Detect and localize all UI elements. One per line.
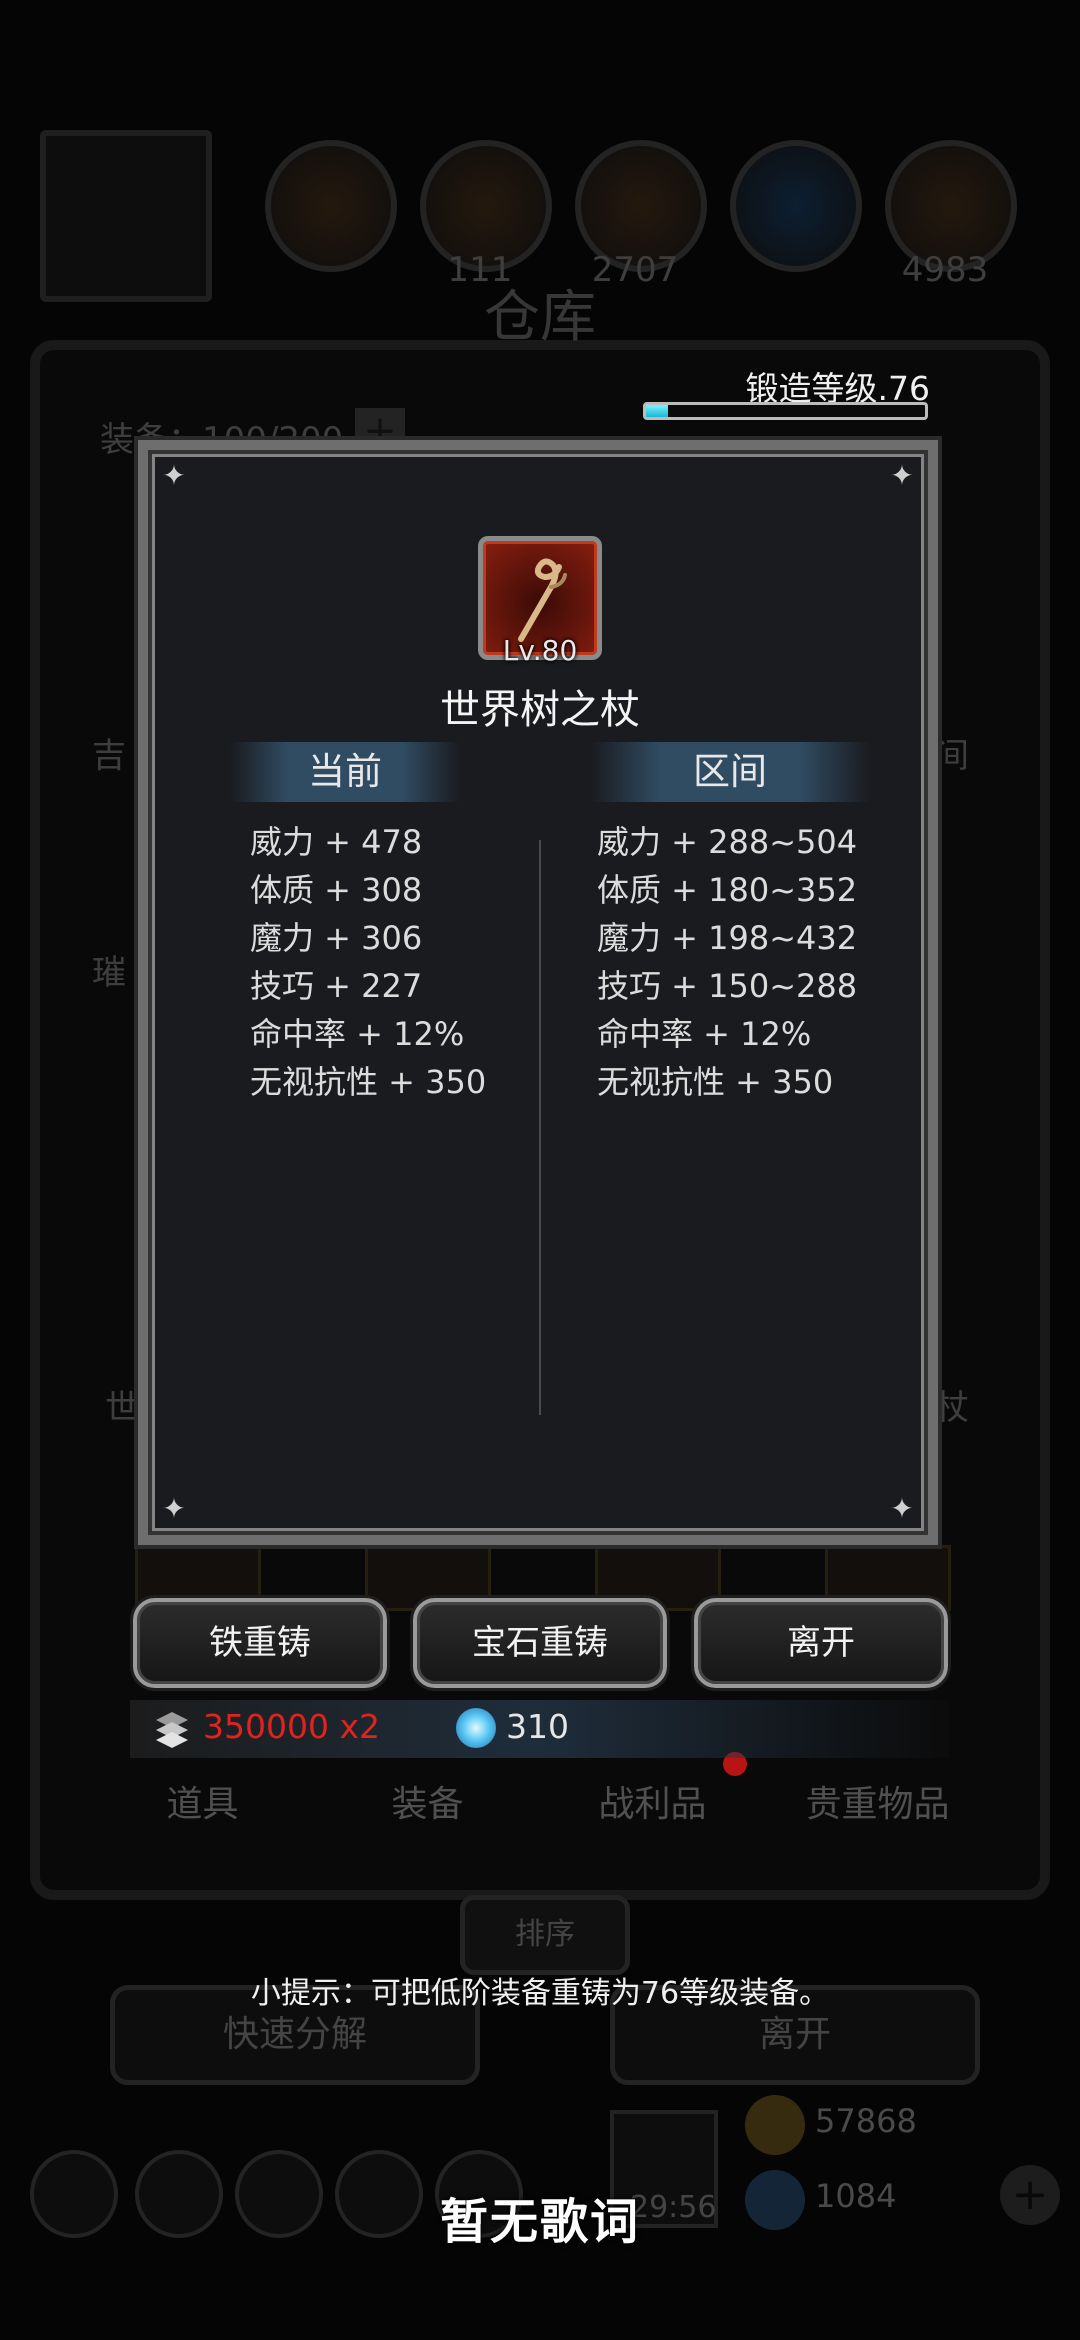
stat-line: 技巧 + 150~288 — [597, 967, 858, 1005]
stat-line: 威力 + 478 — [250, 823, 423, 861]
side-label: 杖 — [935, 1388, 969, 1428]
corner-ornament-icon: ✦ — [162, 1492, 186, 1525]
stat-line: 命中率 + 12% — [250, 1015, 465, 1053]
item-name: 世界树之杖 — [440, 687, 640, 733]
range-stats: 威力 + 288~504 体质 + 180~352 魔力 + 198~432 技… — [597, 818, 857, 1106]
stat-line: 威力 + 288~504 — [597, 823, 858, 861]
gem-icon — [456, 1708, 496, 1748]
lyrics-overlay: 暂无歌词 — [439, 2194, 640, 2250]
corner-ornament-icon: ✦ — [890, 1492, 914, 1525]
side-label: 吉 — [92, 736, 126, 776]
tip-text: 小提示：可把低阶装备重铸为76等级装备。 — [250, 1976, 830, 2011]
side-label: 璀 — [92, 953, 126, 993]
side-label: 间 — [935, 736, 969, 776]
tab-loot[interactable]: 战利品 — [540, 1770, 765, 1840]
stat-line: 体质 + 180~352 — [597, 871, 858, 909]
stat-line: 命中率 + 12% — [597, 1015, 812, 1053]
corner-ornament-icon: ✦ — [162, 459, 186, 492]
stat-line: 魔力 + 198~432 — [597, 919, 858, 957]
iron-ore-icon — [156, 1712, 188, 1748]
resource-icon — [730, 140, 862, 272]
tab-items[interactable]: 道具 — [90, 1770, 315, 1840]
stat-line: 无视抗性 + 350 — [597, 1063, 834, 1101]
range-header: 区间 — [590, 742, 870, 802]
forge-progress-fill — [646, 405, 669, 417]
gem-cost: 310 — [506, 1707, 569, 1746]
sort-button[interactable]: 排序 — [460, 1895, 630, 1975]
gem-reforge-button[interactable]: 宝石重铸 — [413, 1598, 667, 1688]
stat-line: 技巧 + 227 — [250, 967, 423, 1005]
gold-icon — [745, 2095, 805, 2155]
stat-line: 体质 + 308 — [250, 871, 423, 909]
corner-ornament-icon: ✦ — [890, 459, 914, 492]
iron-reforge-button[interactable]: 铁重铸 — [133, 1598, 387, 1688]
resource-icon — [265, 140, 397, 272]
stat-line: 无视抗性 + 350 — [250, 1063, 487, 1101]
screen: 111 2707 4983 仓库 装备：100/200 + 吉 璀 世 间 杖 … — [0, 0, 1080, 2340]
iron-cost: 350000 x2 — [203, 1707, 380, 1746]
column-divider — [539, 840, 541, 1415]
gold-count: 57868 — [815, 2102, 917, 2140]
side-label: 世 — [105, 1388, 139, 1428]
current-stats: 威力 + 478 体质 + 308 魔力 + 306 技巧 + 227 命中率 … — [250, 818, 486, 1106]
tab-equipment[interactable]: 装备 — [315, 1770, 540, 1840]
leave-button[interactable]: 离开 — [694, 1598, 948, 1688]
forge-progress-bar — [643, 402, 928, 420]
tab-valuables[interactable]: 贵重物品 — [765, 1770, 990, 1840]
current-header: 当前 — [230, 742, 460, 802]
warehouse-title: 仓库 — [484, 285, 596, 350]
warehouse-tabs: 道具 装备 战利品 贵重物品 — [90, 1770, 990, 1840]
stat-line: 魔力 + 306 — [250, 919, 423, 957]
item-level: Lv.80 — [502, 634, 578, 667]
